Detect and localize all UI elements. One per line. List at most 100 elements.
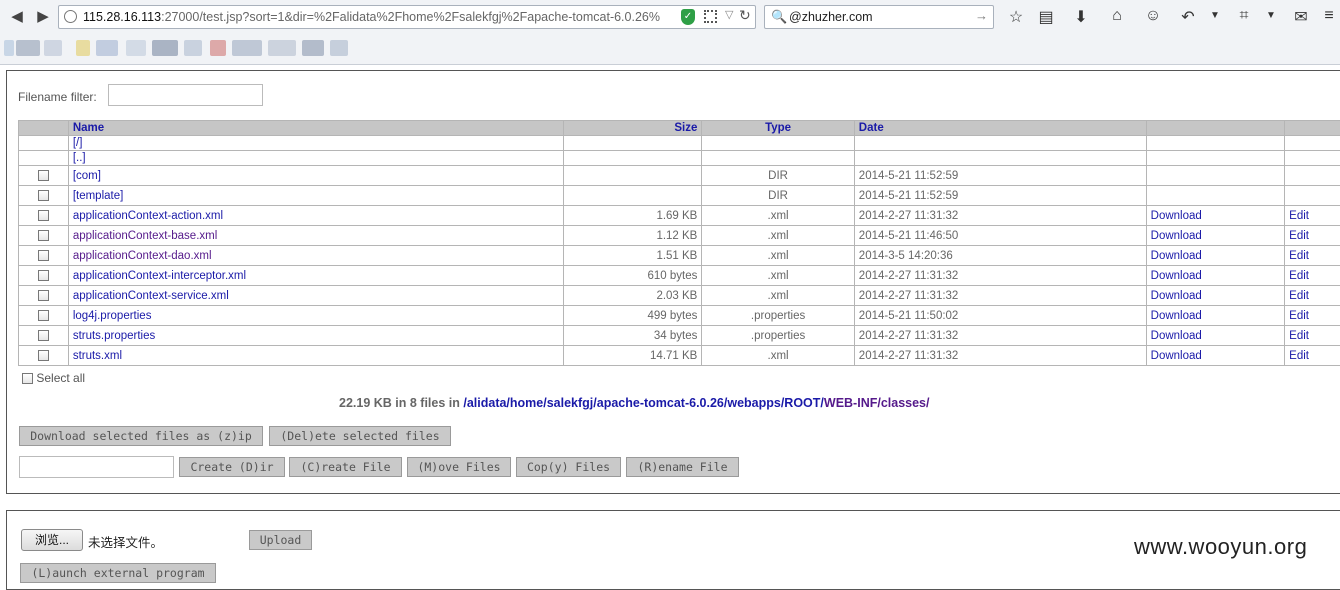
edit-link[interactable]: Edit — [1289, 270, 1309, 282]
sort-by-date[interactable]: Date — [854, 121, 1146, 136]
bookmark-item[interactable] — [302, 40, 324, 56]
home-icon[interactable]: ⌂ — [1106, 7, 1128, 25]
browse-button[interactable]: 浏览... — [21, 529, 83, 551]
row-checkbox[interactable] — [38, 270, 49, 281]
table-row: applicationContext-service.xml2.03 KB.xm… — [19, 286, 1340, 306]
edit-link[interactable]: Edit — [1289, 250, 1309, 262]
rename-file-button[interactable]: (R)ename File — [626, 457, 739, 477]
file-type: .xml — [768, 270, 789, 282]
edit-link[interactable]: Edit — [1289, 330, 1309, 342]
file-name-link[interactable]: applicationContext-base.xml — [73, 230, 217, 242]
sort-by-size[interactable]: Size — [563, 121, 702, 136]
filename-filter-input[interactable] — [108, 84, 263, 106]
select-all[interactable]: Select all — [22, 371, 85, 385]
delete-files-button[interactable]: (Del)ete selected files — [269, 426, 451, 446]
bookmark-item[interactable] — [184, 40, 202, 56]
copy-files-button[interactable]: Cop(y) Files — [516, 457, 621, 477]
undo-icon[interactable]: ↶ — [1177, 7, 1199, 27]
reading-list-icon[interactable]: ▤ — [1035, 7, 1057, 27]
file-name-link[interactable]: struts.xml — [73, 350, 122, 362]
download-zip-button[interactable]: Download selected files as (z)ip — [19, 426, 263, 446]
file-type: DIR — [768, 170, 788, 182]
reload-icon[interactable]: ↻ — [739, 7, 751, 24]
emoji-icon[interactable]: ☺ — [1142, 7, 1164, 25]
menu-icon[interactable]: ≡ — [1318, 7, 1340, 25]
edit-link[interactable]: Edit — [1289, 290, 1309, 302]
download-link[interactable]: Download — [1151, 210, 1202, 222]
row-checkbox[interactable] — [38, 310, 49, 321]
bookmark-item[interactable] — [152, 40, 178, 56]
select-all-label: Select all — [36, 371, 85, 385]
row-checkbox[interactable] — [38, 330, 49, 341]
file-name-link[interactable]: applicationContext-interceptor.xml — [73, 270, 246, 282]
parent-dir-link[interactable]: [..] — [73, 152, 86, 164]
file-name-link[interactable]: [template] — [73, 190, 124, 202]
sort-by-name[interactable]: Name — [68, 121, 563, 136]
upload-button[interactable]: Upload — [249, 530, 312, 550]
summary-path-link-current[interactable]: WEB-INF/classes/ — [824, 396, 930, 410]
download-link[interactable]: Download — [1151, 350, 1202, 362]
edit-link[interactable]: Edit — [1289, 230, 1309, 242]
launch-program-button[interactable]: (L)aunch external program — [20, 563, 216, 583]
row-checkbox[interactable] — [38, 170, 49, 181]
row-checkbox[interactable] — [38, 350, 49, 361]
bookmark-item[interactable] — [330, 40, 348, 56]
bookmark-item[interactable] — [268, 40, 296, 56]
file-name-link[interactable]: applicationContext-dao.xml — [73, 250, 212, 262]
search-go-icon[interactable]: → — [975, 8, 988, 23]
row-checkbox[interactable] — [38, 230, 49, 241]
file-type: .xml — [768, 250, 789, 262]
table-row: [template]DIR2014-5-21 11:52:59 — [19, 186, 1340, 206]
chevron-down-icon[interactable]: ▼ — [1204, 10, 1226, 21]
select-all-checkbox[interactable] — [22, 373, 33, 384]
search-input[interactable]: @zhuzher.com — [789, 10, 873, 24]
bookmark-item[interactable] — [4, 40, 14, 56]
row-checkbox[interactable] — [38, 190, 49, 201]
forward-icon[interactable]: ▶ — [32, 7, 54, 27]
row-checkbox[interactable] — [38, 250, 49, 261]
row-checkbox[interactable] — [38, 290, 49, 301]
bookmark-item[interactable] — [126, 40, 146, 56]
create-file-button[interactable]: (C)reate File — [289, 457, 402, 477]
file-manager-panel: Filename filter: Name Size Type Date [/] — [6, 70, 1340, 494]
shield-icon[interactable]: ✓ — [681, 9, 695, 25]
bookmark-item[interactable] — [16, 40, 40, 56]
download-link[interactable]: Download — [1151, 230, 1202, 242]
file-name-link[interactable]: log4j.properties — [73, 310, 152, 322]
chevron-down-icon[interactable]: ▼ — [1260, 10, 1282, 21]
edit-link[interactable]: Edit — [1289, 310, 1309, 322]
dropdown-icon[interactable]: ▽ — [725, 8, 733, 21]
file-name-link[interactable]: applicationContext-service.xml — [73, 290, 229, 302]
new-name-input[interactable] — [19, 456, 174, 478]
qr-code-icon[interactable] — [704, 10, 717, 23]
download-link[interactable]: Download — [1151, 290, 1202, 302]
download-link[interactable]: Download — [1151, 250, 1202, 262]
download-link[interactable]: Download — [1151, 270, 1202, 282]
row-checkbox[interactable] — [38, 210, 49, 221]
back-icon[interactable]: ◀ — [6, 7, 28, 27]
address-bar[interactable]: 115.28.16.113:27000/test.jsp?sort=1&dir=… — [58, 5, 756, 29]
search-icon: 🔍 — [771, 9, 787, 25]
chat-icon[interactable]: ✉ — [1290, 7, 1312, 27]
root-dir-link[interactable]: [/] — [73, 137, 83, 149]
download-link[interactable]: Download — [1151, 310, 1202, 322]
bookmark-item[interactable] — [232, 40, 262, 56]
bookmark-item[interactable] — [76, 40, 90, 56]
file-name-link[interactable]: [com] — [73, 170, 101, 182]
move-files-button[interactable]: (M)ove Files — [407, 457, 511, 477]
search-bar[interactable]: 🔍 @zhuzher.com → — [764, 5, 994, 29]
bookmark-item[interactable] — [96, 40, 118, 56]
file-name-link[interactable]: applicationContext-action.xml — [73, 210, 223, 222]
crop-icon[interactable]: ⌗ — [1233, 7, 1255, 25]
summary-path-link[interactable]: /alidata/home/salekfgj/apache-tomcat-6.0… — [463, 396, 824, 410]
file-name-link[interactable]: struts.properties — [73, 330, 155, 342]
download-icon[interactable]: ⬇ — [1070, 7, 1092, 27]
bookmark-star-icon[interactable]: ☆ — [1005, 7, 1027, 27]
bookmark-item[interactable] — [44, 40, 62, 56]
edit-link[interactable]: Edit — [1289, 210, 1309, 222]
edit-link[interactable]: Edit — [1289, 350, 1309, 362]
download-link[interactable]: Download — [1151, 330, 1202, 342]
bookmark-item[interactable] — [210, 40, 226, 56]
sort-by-type[interactable]: Type — [702, 121, 854, 136]
create-dir-button[interactable]: Create (D)ir — [179, 457, 285, 477]
